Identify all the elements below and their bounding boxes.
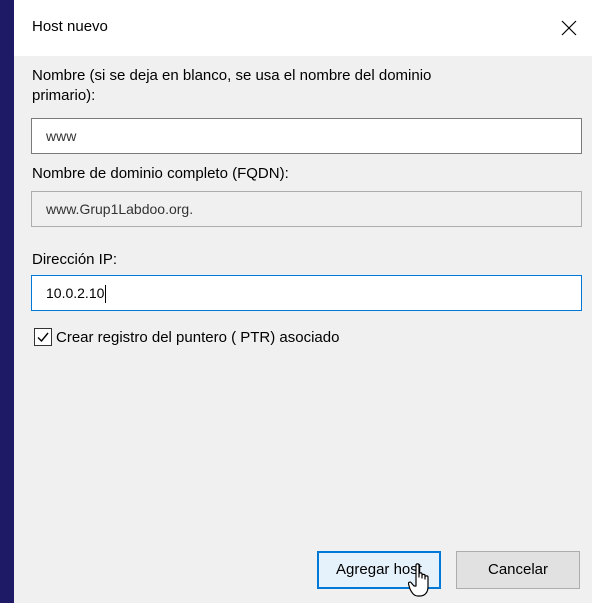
name-label-line2: primario): bbox=[32, 87, 96, 104]
name-label-line1: Nombre (si se deja en blanco, se usa el … bbox=[32, 67, 432, 84]
ptr-checkbox-label: Crear registro del puntero ( PTR) asocia… bbox=[56, 328, 340, 346]
close-button[interactable] bbox=[546, 0, 592, 56]
name-label: Nombre (si se deja en blanco, se usa el … bbox=[32, 66, 431, 106]
text-caret bbox=[105, 285, 107, 304]
dialog-titlebar: Host nuevo bbox=[14, 0, 592, 56]
checkmark-icon bbox=[37, 332, 49, 343]
fqdn-field: www.Grup1Labdoo.org. bbox=[31, 191, 582, 227]
fqdn-label: Nombre de dominio completo (FQDN): bbox=[32, 165, 289, 182]
ip-address-value: 10.0.2.10 bbox=[46, 285, 105, 301]
ip-address-input[interactable]: 10.0.2.10 bbox=[31, 275, 582, 311]
hand-cursor-icon bbox=[408, 563, 429, 597]
ip-label: Dirección IP: bbox=[32, 251, 118, 268]
dialog-title: Host nuevo bbox=[32, 18, 108, 35]
cancel-button[interactable]: Cancelar bbox=[456, 551, 580, 589]
ptr-checkbox[interactable] bbox=[34, 328, 52, 346]
close-icon bbox=[561, 20, 577, 36]
name-input[interactable]: www bbox=[31, 118, 582, 154]
new-host-dialog: Host nuevo Nombre (si se deja en blanco,… bbox=[14, 0, 592, 603]
ptr-checkbox-row[interactable]: Crear registro del puntero ( PTR) asocia… bbox=[34, 328, 339, 346]
